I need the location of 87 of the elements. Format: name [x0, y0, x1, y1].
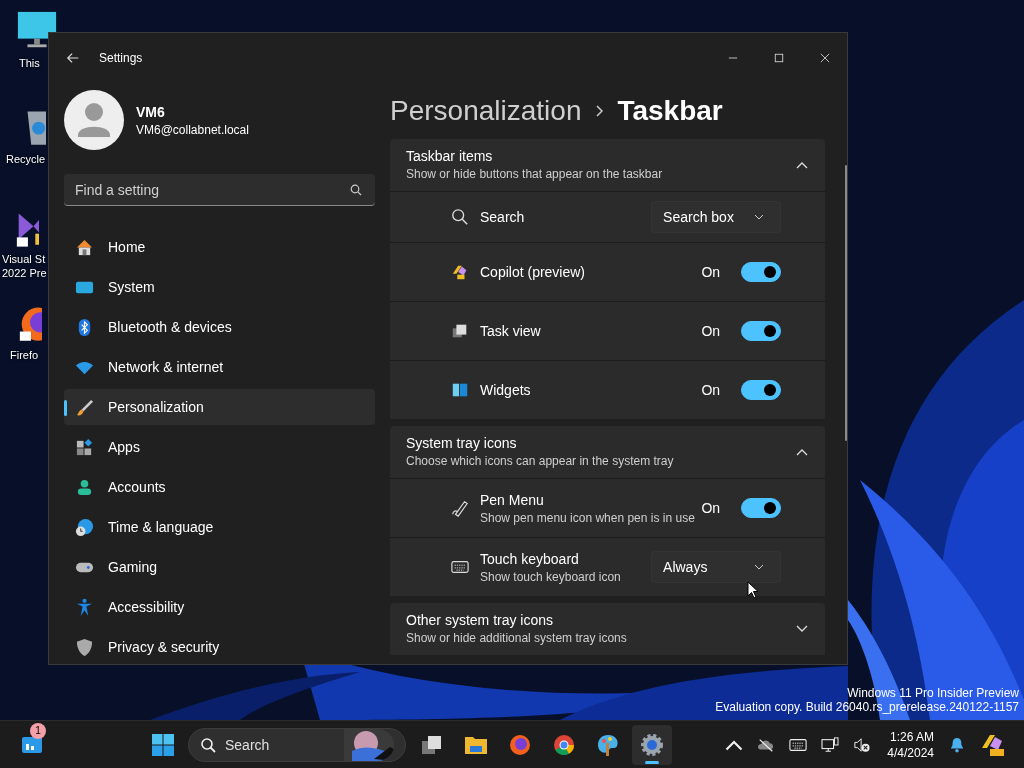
nav-item[interactable]: Apps [64, 429, 375, 465]
breadcrumb-link[interactable]: Personalization [390, 95, 582, 127]
back-arrow-icon[interactable] [66, 51, 80, 65]
clock-date: 4/4/2024 [887, 744, 934, 761]
cloud-off-icon[interactable] [757, 736, 776, 753]
toggle-switch[interactable] [741, 380, 782, 400]
nav-item[interactable]: Privacy & security [64, 629, 375, 664]
search-icon [200, 736, 216, 753]
person-icon [75, 477, 94, 497]
notification-badge: 1 [30, 722, 46, 739]
chevron-down-icon [754, 564, 765, 570]
gear-icon [640, 732, 664, 757]
section-header[interactable]: Other system tray icons Show or hide additional system tray icons [390, 603, 826, 655]
bell-icon[interactable] [948, 736, 966, 753]
setting-description: Show pen menu icon when pen is in use [480, 510, 696, 525]
nav-item[interactable]: Personalization [64, 389, 375, 425]
colorful-blob-icon [451, 263, 469, 281]
settings-search-field[interactable]: Find a setting [64, 174, 375, 206]
setting-label: Copilot (preview) [480, 264, 587, 280]
fox-globe-icon [508, 732, 532, 757]
search-icon [350, 184, 362, 196]
globe-clock-icon [75, 517, 94, 537]
setting-label: Search [480, 209, 526, 225]
user-email: VM6@collabnet.local [136, 122, 249, 137]
shield-icon [75, 637, 94, 657]
desktop-icon-label[interactable]: Recycle [6, 152, 46, 166]
window-title: Settings [99, 51, 143, 65]
nav-item[interactable]: System [64, 269, 375, 305]
toggle-state: On [701, 382, 721, 398]
section-title: Taskbar items [406, 148, 494, 164]
toggle-switch[interactable] [741, 321, 782, 341]
toggle-switch[interactable] [741, 262, 782, 282]
page-title: Taskbar [617, 95, 723, 127]
stacked-squares-icon [451, 322, 469, 340]
user-name: VM6 [136, 103, 166, 120]
nav-item[interactable]: Home [64, 229, 375, 265]
section-subtitle: Show or hide additional system tray icons [406, 631, 628, 645]
setting-label: Pen Menu [480, 491, 545, 508]
toggle-state: On [701, 323, 721, 339]
chevron-down-icon [754, 214, 765, 220]
toggle-switch[interactable] [741, 498, 782, 518]
nav-item[interactable]: Time & language [64, 509, 375, 545]
scrollbar[interactable] [845, 165, 847, 441]
clock-time: 1:26 AM [889, 728, 934, 745]
toggle-state: On [701, 264, 721, 280]
taskbar-app-button[interactable] [632, 724, 672, 765]
setting-label: Touch keyboard [480, 550, 580, 567]
desktop-icon-label[interactable]: Firefo [10, 348, 39, 362]
dropdown[interactable]: Always [651, 551, 782, 583]
section-header[interactable]: System tray icons Choose which icons can appear in the system tray [390, 426, 826, 478]
desktop-icon-label[interactable]: Visual St [2, 252, 46, 266]
keyboard-icon [451, 558, 469, 576]
cursor-icon [747, 581, 759, 599]
nav-item[interactable]: Network & internet [64, 349, 375, 385]
maximize-icon[interactable] [774, 53, 784, 63]
setting-label: Task view [480, 323, 542, 339]
chevron-right-icon [595, 105, 604, 117]
speaker-muted-icon[interactable] [853, 736, 872, 753]
dropdown[interactable]: Search box [651, 201, 782, 233]
apps-icon [75, 437, 94, 457]
section-title: System tray icons [406, 435, 518, 451]
keyboard-icon[interactable] [789, 736, 808, 753]
nav-item[interactable]: Bluetooth & devices [64, 309, 375, 345]
widgets-icon [451, 381, 469, 399]
windows-logo-icon [151, 732, 175, 757]
nav-item[interactable]: Gaming [64, 549, 375, 585]
section-subtitle: Show or hide buttons that appear on the taskbar [406, 167, 664, 181]
setting-label: Widgets [480, 382, 532, 398]
section-subtitle: Choose which icons can appear in the system tray [406, 454, 675, 468]
brush-icon [75, 397, 94, 417]
nav-item[interactable]: Accounts [64, 469, 375, 505]
chrome-icon [552, 732, 576, 757]
clock[interactable]: 1:26 AM 4/4/2024 [887, 728, 934, 761]
house-icon [75, 237, 94, 257]
section-title: Other system tray icons [406, 612, 555, 628]
setting-description: Show touch keyboard icon [480, 569, 622, 584]
toggle-state: On [701, 500, 721, 516]
section-header[interactable]: Taskbar items Show or hide buttons that appear on the taskbar [390, 139, 826, 191]
desktop-icon-label[interactable]: 2022 Pre [2, 266, 47, 280]
nav-item[interactable]: Accessibility [64, 589, 375, 625]
avatar-icon [64, 90, 124, 150]
palette-icon [596, 732, 620, 757]
network-icon[interactable] [821, 736, 840, 753]
desktop-icon-label[interactable]: This [19, 56, 40, 70]
pen-icon [451, 499, 469, 517]
close-icon[interactable] [820, 53, 830, 63]
search-icon [451, 208, 469, 226]
